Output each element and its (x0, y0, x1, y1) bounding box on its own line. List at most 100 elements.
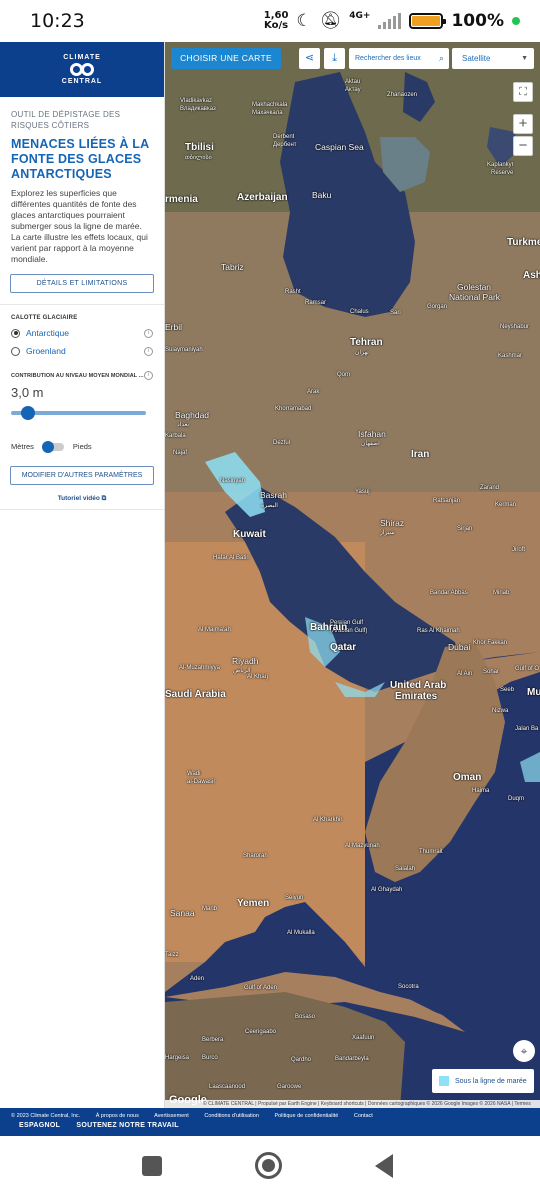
map-view[interactable]: Caspian Sea Azerbaijan rmenia Turkme Tbi… (165, 42, 540, 1108)
map-label: Zarand (480, 485, 500, 491)
map-label: Владикавказ (180, 106, 216, 112)
home-button[interactable] (255, 1152, 282, 1179)
footer-link-contact[interactable]: Contact (354, 1113, 373, 1119)
footer-link-terms[interactable]: Conditions d'utilisation (204, 1113, 259, 1119)
site-footer: © 2023 Climate Central, Inc. À propos de… (0, 1108, 540, 1136)
video-tutorial-link[interactable]: Tutoriel vidéo ⧉ (0, 485, 164, 510)
map-label: Qom (337, 372, 351, 378)
map-label: Sharorah (243, 853, 268, 859)
map-label: شیراز (380, 530, 395, 536)
ice-cap-option-label: Antarctique (26, 328, 69, 338)
ice-cap-label: CALOTTE GLACIAIRE (11, 315, 78, 321)
map-label: Najaf (173, 450, 188, 456)
map-label: Ras Al Khaimah (417, 628, 460, 634)
map-label: Duqm (508, 796, 525, 802)
map-label: Al Kharj (247, 674, 269, 680)
map-label: Azerbaijan (237, 192, 288, 203)
download-icon[interactable]: ⤓ (324, 48, 345, 69)
map-label: Hargeisa (165, 1055, 190, 1061)
footer-link-disclaimer[interactable]: Avertissement (154, 1113, 189, 1119)
map-attribution[interactable]: © CLIMATE CENTRAL | Propulsé par Earth E… (165, 1100, 540, 1108)
spanish-link[interactable]: ESPAGNOL (19, 1122, 60, 1129)
map-legend: Sous la ligne de marée (432, 1069, 534, 1093)
map-label: Jiroft (512, 547, 526, 553)
map-label: Caspian Sea (315, 142, 364, 152)
map-label: Дербент (273, 142, 297, 148)
map-label: Sirjan (457, 526, 473, 532)
footer-link-privacy[interactable]: Politique de confidentialité (274, 1113, 338, 1119)
footer-actions: ESPAGNOL SOUTENEZ NOTRE TRAVAIL (0, 1119, 540, 1129)
map-label: Gorgan (427, 304, 448, 310)
map-label: Ceerigaabo (245, 1029, 277, 1035)
slider-handle[interactable] (21, 406, 35, 420)
battery-icon (409, 13, 447, 29)
network-type: 4G+ (349, 11, 371, 21)
zoom-out-button[interactable]: − (513, 136, 533, 156)
fullscreen-icon[interactable]: ⛶ (513, 82, 533, 102)
map-label: al-Dawasir (187, 779, 216, 785)
map-label: البصرة (261, 503, 278, 509)
map-label: Dezful (273, 440, 291, 446)
map-label: Kaplankyr (487, 162, 514, 168)
map-label: Makhachkala (252, 102, 288, 108)
share-icon[interactable]: ⋖ (299, 48, 320, 69)
map-label: Reserve (491, 170, 514, 176)
map-label: Yasuj (355, 489, 370, 495)
map-label: Isfahan (358, 429, 386, 439)
recent-apps-button[interactable] (142, 1156, 162, 1176)
map-label: Актау (345, 87, 361, 93)
info-icon[interactable]: i (144, 371, 153, 380)
unit-toggle[interactable] (41, 440, 64, 453)
map-label: Aktau (345, 79, 361, 85)
map-label: Iran (411, 449, 430, 460)
info-icon[interactable]: i (144, 346, 153, 356)
map-label: Rasht (285, 289, 301, 295)
map-label: Tehran (350, 337, 383, 348)
radio-unselected-icon[interactable] (11, 346, 20, 356)
system-navigation-bar (0, 1136, 540, 1200)
radio-selected-icon[interactable] (11, 328, 20, 338)
contribution-slider[interactable] (11, 406, 146, 420)
map-label: Wadi (187, 771, 201, 777)
map-label: Al Mukalla (287, 930, 315, 936)
details-limitations-button[interactable]: DÉTAILS ET LIMITATIONS (10, 274, 154, 293)
map-label: Chalus (350, 309, 369, 315)
climate-central-logo[interactable]: CLIMATE CENTRAL (0, 42, 164, 97)
modify-settings-button[interactable]: MODIFIER D'AUTRES PARAMÈTRES (10, 466, 154, 485)
ice-cap-option-antarctica[interactable]: Antarctique i (0, 321, 164, 339)
map-label: Kashmar (498, 353, 523, 359)
layer-select[interactable]: Satellite ▼ (452, 48, 534, 69)
map-label: Marib (202, 906, 218, 912)
search-icon[interactable]: ⌕ (439, 48, 444, 69)
map-label: Bandar Abbas (430, 590, 468, 596)
footer-link-about[interactable]: À propos de nous (96, 1113, 139, 1119)
map-label: Rafsanjan (433, 498, 461, 504)
contribution-value: 3,0 m (11, 385, 44, 400)
map-label: Khor Fakkan (473, 640, 508, 646)
map-label: Neyshabur (500, 324, 530, 330)
ice-cap-option-label: Groenland (26, 346, 66, 356)
choose-map-button[interactable]: CHOISIR UNE CARTE (171, 48, 281, 69)
back-button[interactable] (375, 1154, 393, 1178)
map-label: Taizz (165, 952, 179, 958)
support-link[interactable]: SOUTENEZ NOTRE TRAVAIL (76, 1122, 178, 1129)
locate-icon[interactable]: ⌖ (513, 1040, 535, 1062)
privacy-indicator-icon (512, 17, 520, 25)
map-label: Khorramabad (275, 406, 312, 412)
map-label: Al Mazyunah (345, 843, 380, 849)
map-label: Bosaso (295, 1014, 316, 1020)
sidebar: CLIMATE CENTRAL OUTIL DE DÉPISTAGE DES R… (0, 42, 165, 1108)
toggle-knob[interactable] (41, 440, 54, 453)
map-label: Махачкала (252, 110, 283, 116)
map-label: Aden (190, 976, 205, 982)
network-speed-unit: Ko/s (264, 20, 289, 31)
video-tutorial-label: Tutoriel vidéo (57, 495, 100, 502)
ice-cap-option-greenland[interactable]: Groenland i (0, 339, 164, 357)
info-icon[interactable]: i (144, 328, 153, 338)
unit-meters-label: Mètres (11, 442, 34, 451)
map-label: Hafar Al Batin (213, 555, 250, 561)
map-label: Tabriz (221, 262, 244, 272)
zoom-in-button[interactable]: + (513, 114, 533, 134)
search-input[interactable]: Rechercher des lieux ⌕ (349, 48, 449, 69)
status-bar: 10:23 1,60 Ko/s ☾ 🔕︎ 4G+ 100% (0, 0, 540, 42)
